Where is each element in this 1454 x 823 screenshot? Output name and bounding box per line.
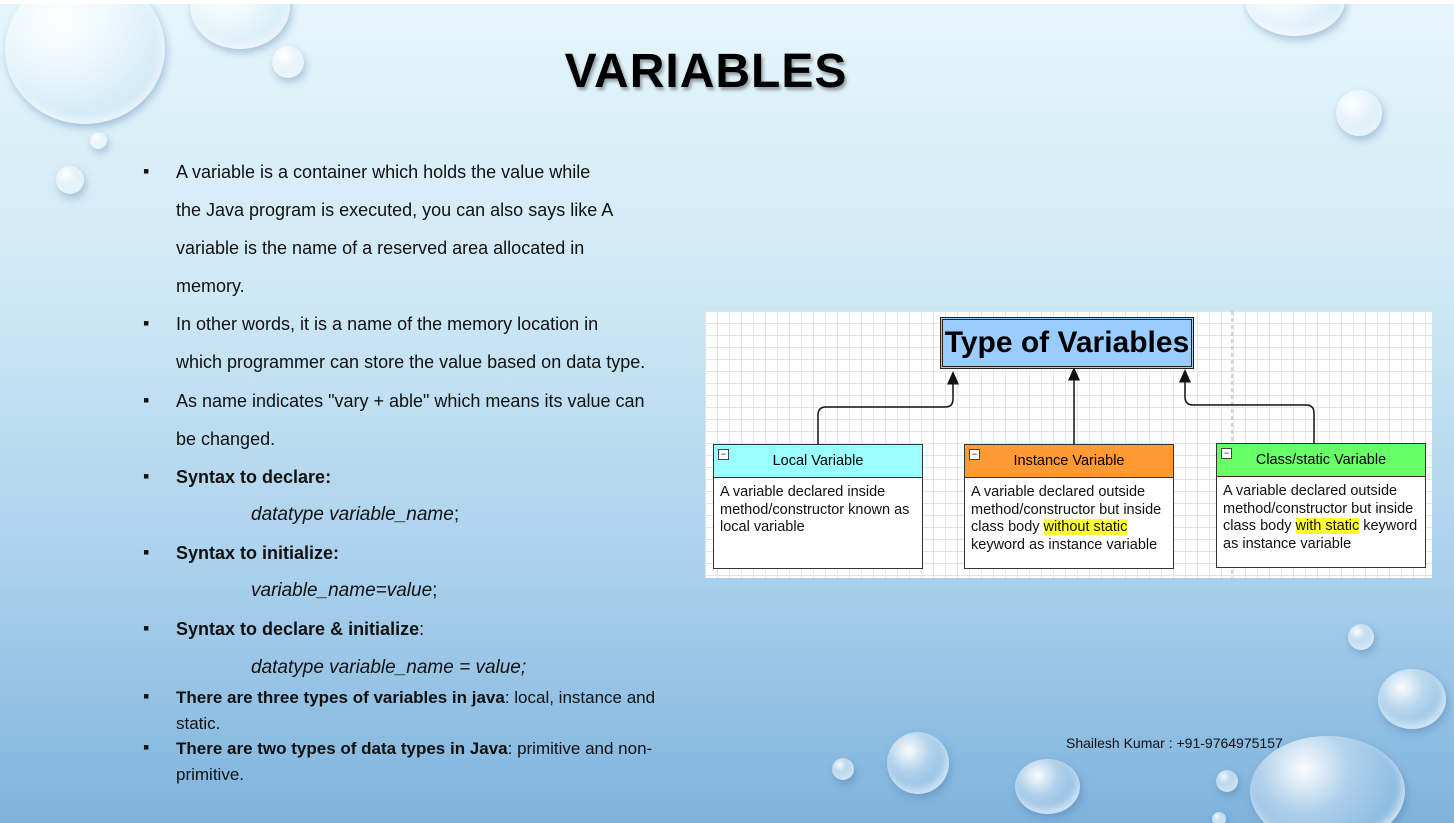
- collapse-icon[interactable]: −: [1221, 448, 1232, 459]
- variable-types-note: There are three types of variables in ja…: [176, 688, 656, 733]
- bullet-marker: ▪: [143, 161, 150, 181]
- syntax-declare-label: Syntax to declare:: [176, 467, 332, 487]
- bullet-2-line: which programmer can store the value bas…: [176, 352, 646, 372]
- local-variable-box: − Local Variable A variable declared ins…: [713, 444, 923, 569]
- local-variable-description: A variable declared inside method/constr…: [720, 484, 910, 535]
- syntax-declare-initialize-label: Syntax to declare & initialize:: [176, 619, 425, 639]
- water-drop: [1212, 812, 1226, 823]
- instance-variable-box: − Instance Variable A variable declared …: [964, 444, 1174, 569]
- water-drop: [1216, 770, 1238, 792]
- bullet-marker: ▪: [143, 313, 150, 333]
- class-static-variable-description: A variable declared outside method/const…: [1223, 483, 1418, 552]
- water-drop: [1348, 624, 1374, 650]
- highlight: without static: [1043, 519, 1128, 535]
- bullet-marker: ▪: [143, 390, 150, 410]
- collapse-icon[interactable]: −: [969, 449, 980, 460]
- diagram-title: Type of Variables: [940, 317, 1194, 369]
- class-static-variable-box: − Class/static Variable A variable decla…: [1216, 443, 1426, 568]
- water-drop: [56, 166, 84, 194]
- syntax-initialize-code: variable_name=value;: [251, 580, 438, 601]
- water-drop: [1245, 4, 1345, 36]
- bullet-1-line: the Java program is executed, you can al…: [176, 200, 614, 220]
- syntax-declare-initialize-code: datatype variable_name = value;: [251, 657, 527, 678]
- water-drop: [832, 758, 854, 780]
- water-drop: [90, 132, 107, 149]
- data-types-note: There are two types of data types in Jav…: [176, 739, 653, 784]
- bullet-marker: ▪: [143, 542, 150, 562]
- type-of-variables-diagram: Type of Variables − Local Variable A var…: [705, 311, 1432, 578]
- bullet-marker: ▪: [143, 686, 150, 706]
- bullet-1-line: A variable is a container which holds th…: [176, 162, 591, 182]
- local-variable-header: − Local Variable: [714, 445, 922, 478]
- connector-local: [817, 371, 959, 444]
- water-drop: [1015, 759, 1080, 814]
- instance-variable-header: − Instance Variable: [965, 445, 1173, 478]
- bullet-marker: ▪: [143, 466, 150, 486]
- bullet-marker: ▪: [143, 737, 150, 757]
- syntax-declare-code: datatype variable_name;: [251, 504, 460, 525]
- instance-variable-description: A variable declared outside method/const…: [971, 484, 1162, 553]
- bullet-2-line: In other words, it is a name of the memo…: [176, 314, 599, 334]
- bullet-1-line: variable is the name of a reserved area …: [176, 238, 585, 258]
- bullet-3-line: be changed.: [176, 429, 276, 449]
- water-drop: [887, 732, 949, 794]
- author-footer: Shailesh Kumar : +91-9764975157: [1066, 735, 1283, 751]
- bullet-1-line: memory.: [176, 276, 245, 296]
- slide: VARIABLES ▪ A variable is a container wh…: [0, 0, 1454, 823]
- bullet-3-line: As name indicates "vary + able" which me…: [176, 391, 645, 411]
- water-drop: [1378, 669, 1446, 729]
- class-static-variable-header: − Class/static Variable: [1217, 444, 1425, 477]
- bullet-marker: ▪: [143, 618, 150, 638]
- collapse-icon[interactable]: −: [718, 449, 729, 460]
- syntax-initialize-label: Syntax to initialize:: [176, 543, 340, 563]
- slide-title: VARIABLES: [564, 45, 848, 98]
- highlight: with static: [1295, 518, 1360, 534]
- connector-class: [1179, 369, 1315, 444]
- water-drop: [190, 4, 290, 49]
